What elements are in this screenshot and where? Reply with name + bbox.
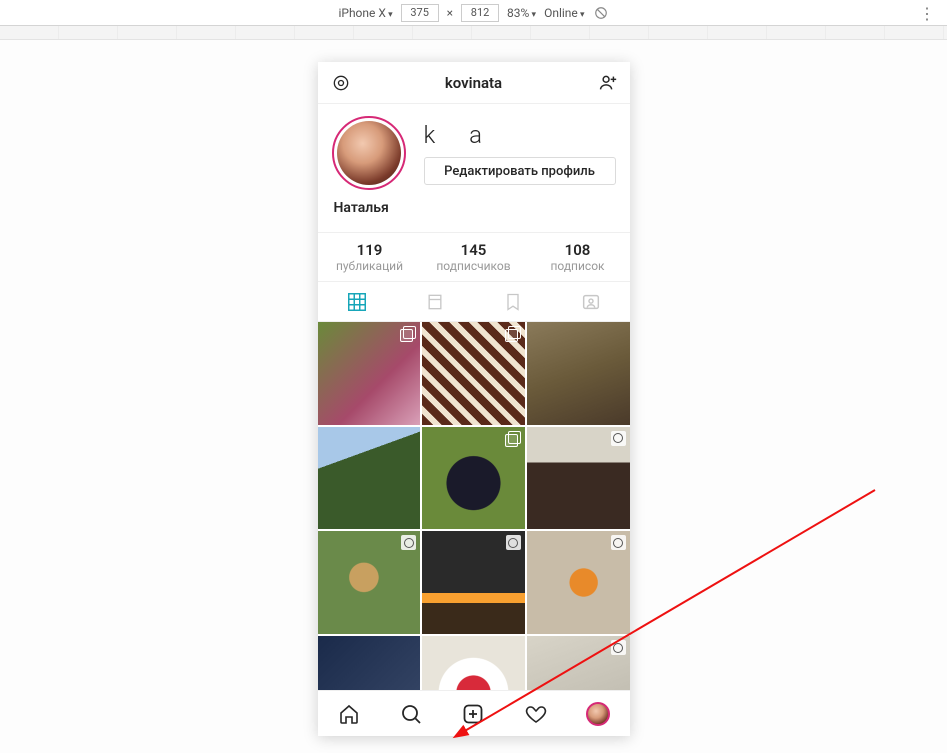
post-thumbnail[interactable]	[318, 322, 421, 425]
posts-grid	[318, 322, 630, 690]
tab-tagged[interactable]	[552, 282, 630, 321]
profile-row: k a Редактировать профиль	[318, 104, 630, 196]
camera-icon	[611, 431, 626, 446]
nav-activity[interactable]	[523, 701, 549, 727]
rotate-icon[interactable]	[593, 5, 609, 21]
stat-followers-label: подписчиков	[422, 259, 526, 273]
stat-posts[interactable]: 119 публикаций	[318, 233, 422, 281]
post-thumbnail[interactable]	[422, 636, 525, 690]
network-selector[interactable]: Online	[544, 6, 584, 20]
avatar-image	[337, 121, 401, 185]
viewport-height-input[interactable]	[461, 4, 499, 22]
profile-avatar[interactable]	[332, 116, 406, 190]
overflow-menu-icon[interactable]: ⋮	[919, 4, 935, 23]
stat-posts-label: публикаций	[318, 259, 422, 273]
post-thumbnail[interactable]	[527, 322, 630, 425]
post-thumbnail[interactable]	[527, 636, 630, 690]
device-selector[interactable]: iPhone X	[338, 6, 392, 20]
app-header: kovinata	[318, 62, 630, 104]
stat-following-label: подписок	[526, 259, 630, 273]
camera-icon	[506, 535, 521, 550]
post-thumbnail[interactable]	[527, 531, 630, 634]
devtools-toolbar: iPhone X × 83% Online ⋮	[0, 0, 947, 26]
stat-followers[interactable]: 145 подписчиков	[422, 233, 526, 281]
camera-icon	[401, 535, 416, 550]
carousel-icon	[401, 326, 416, 341]
zoom-selector[interactable]: 83%	[507, 6, 536, 20]
tab-saved[interactable]	[474, 282, 552, 321]
camera-icon	[611, 640, 626, 655]
post-thumbnail[interactable]	[422, 531, 525, 634]
settings-gear-icon[interactable]	[330, 72, 352, 94]
post-thumbnail[interactable]	[527, 427, 630, 530]
camera-icon	[611, 535, 626, 550]
carousel-icon	[506, 326, 521, 341]
tab-grid[interactable]	[318, 282, 396, 321]
nav-avatar-icon	[586, 702, 610, 726]
ruler	[0, 26, 947, 40]
profile-display-name: Наталья	[318, 196, 630, 232]
post-thumbnail[interactable]	[422, 322, 525, 425]
bottom-nav	[318, 690, 630, 736]
post-thumbnail[interactable]	[318, 531, 421, 634]
post-thumbnail[interactable]	[318, 636, 421, 690]
nav-search[interactable]	[398, 701, 424, 727]
stat-following-count: 108	[526, 241, 630, 259]
header-username: kovinata	[445, 74, 502, 92]
carousel-icon	[506, 431, 521, 446]
device-frame: kovinata k a Редактировать профиль Натал…	[318, 62, 630, 736]
edit-profile-button[interactable]: Редактировать профиль	[424, 157, 616, 185]
profile-username-large: k a	[424, 121, 616, 149]
post-thumbnail[interactable]	[318, 427, 421, 530]
discover-people-icon[interactable]	[596, 72, 618, 94]
post-thumbnail[interactable]	[422, 427, 525, 530]
stat-following[interactable]: 108 подписок	[526, 233, 630, 281]
stat-followers-count: 145	[422, 241, 526, 259]
nav-profile[interactable]	[585, 701, 611, 727]
stats-bar: 119 публикаций 145 подписчиков 108 подпи…	[318, 232, 630, 282]
tab-feed[interactable]	[396, 282, 474, 321]
nav-home[interactable]	[336, 701, 362, 727]
stat-posts-count: 119	[318, 241, 422, 259]
nav-new-post[interactable]	[460, 701, 486, 727]
view-tabs	[318, 282, 630, 322]
dimension-separator: ×	[447, 6, 453, 20]
viewport-width-input[interactable]	[401, 4, 439, 22]
